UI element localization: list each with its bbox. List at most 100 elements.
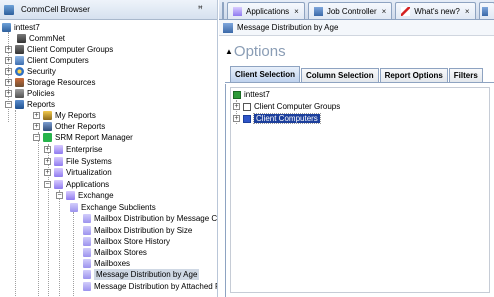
expand-icon[interactable]: + [33,112,40,119]
expand-icon[interactable]: + [5,90,12,97]
report-pane: Applications × Job Controller × What's n… [219,0,494,297]
tree-item-label: Enterprise [66,145,103,154]
other-reports-icon [43,122,52,131]
server-icon [2,23,11,32]
options-title: Options [233,43,286,60]
tree-item-label: Mailbox Stores [94,248,147,257]
collapse-icon[interactable]: − [44,181,51,188]
expand-icon[interactable]: + [5,68,12,75]
tree-item-message-distribution-by-age[interactable]: Message Distribution by Age [83,269,200,280]
tree-item-enterprise[interactable]: + Enterprise [44,144,102,155]
tree-item-label: inttest7 [14,23,40,32]
expand-icon[interactable]: + [5,46,12,53]
tree-guide-line [73,212,74,297]
tab-report-options[interactable]: Report Options [379,68,448,82]
report-icon [70,203,78,212]
tree-item-other-reports[interactable]: + Other Reports [33,121,105,132]
tree-item-mailbox-store-history[interactable]: Mailbox Store History [83,236,170,247]
selection-item-label: inttest7 [244,90,270,99]
tree-item-message-distribution-by-attached-file[interactable]: Message Distribution by Attached F [83,281,217,292]
tree-item-client-computer-groups[interactable]: + Client Computer Groups [5,44,113,55]
commcell-tree: inttest7 CommNet + Client Computer Group… [0,22,217,297]
tree-item-label: Mailbox Store History [94,237,171,246]
tree-item-storage-resources[interactable]: + Storage Resources [5,77,95,88]
collapse-icon[interactable]: − [33,134,40,141]
tree-guide-line [15,110,16,297]
tab-whats-new[interactable]: What's new? × [395,2,476,19]
tree-item-mailbox-distribution-by-size[interactable]: Mailbox Distribution by Size [83,225,192,236]
tree-guide-line [59,190,60,297]
expand-icon[interactable]: + [5,79,12,86]
tree-item-inttest7[interactable]: inttest7 [2,22,40,33]
tree-item-client-computers[interactable]: + Client Computers [5,55,89,66]
expand-icon[interactable]: + [233,115,240,122]
policies-icon [15,89,24,98]
commcell-browser-title: CommCell Browser [21,5,90,14]
tree-item-policies[interactable]: + Policies [5,88,55,99]
tree-item-virtualization[interactable]: + Virtualization [44,167,112,178]
tree-item-label: Policies [27,89,55,98]
folder-icon [54,145,63,154]
collapse-icon[interactable]: − [5,101,12,108]
tree-item-label: Reports [27,100,56,109]
close-icon[interactable]: × [465,7,470,16]
client-selection-panel: inttest7 + Client Computer Groups + Clie… [225,84,494,297]
close-icon[interactable]: × [294,7,299,16]
tab-column-selection[interactable]: Column Selection [301,68,379,82]
tree-item-mailbox-distribution-by-message-count[interactable]: Mailbox Distribution by Message Co [83,213,217,224]
report-icon [83,270,91,279]
storage-icon [15,78,24,87]
tab-label: Applications [246,6,290,16]
tab-overflow[interactable] [222,2,224,19]
tab-report[interactable] [478,2,494,19]
job-controller-icon [313,6,323,16]
tree-item-commnet[interactable]: CommNet [17,33,65,44]
collapse-arrow-icon[interactable]: ▲ [225,47,233,56]
checkbox[interactable] [233,90,241,99]
tab-bar: Applications × Job Controller × What's n… [219,0,494,20]
selection-item-inttest7[interactable]: inttest7 [233,89,270,100]
tree-item-label: SRM Report Manager [55,133,133,142]
tree-item-my-reports[interactable]: + My Reports [33,110,96,121]
checkbox[interactable] [243,102,251,111]
my-reports-icon [43,111,52,120]
tree-item-applications[interactable]: − Applications [44,179,109,190]
tab-filters[interactable]: Filters [448,68,483,82]
tree-item-mailbox-stores[interactable]: Mailbox Stores [83,247,147,258]
tree-item-label: Storage Resources [27,78,96,87]
expand-icon[interactable]: + [44,158,51,165]
pin-icon[interactable]: ꟸ [198,4,203,15]
selection-item-client-computers[interactable]: + Client Computers [233,113,321,124]
expand-icon[interactable]: + [5,57,12,64]
expand-icon[interactable]: + [233,103,240,110]
reports-icon [15,100,24,109]
tab-job-controller[interactable]: Job Controller × [307,2,393,19]
options-header[interactable]: ▲ Options [225,43,286,60]
tree-item-label: My Reports [55,111,96,120]
tab-applications[interactable]: Applications × [227,2,305,19]
tree-guide-line [38,132,39,297]
tree-item-label: Applications [66,180,110,189]
tree-item-file-systems[interactable]: + File Systems [44,156,112,167]
tree-item-reports[interactable]: − Reports [5,99,55,110]
collapse-icon[interactable]: − [56,192,63,199]
selection-item-client-computer-groups[interactable]: + Client Computer Groups [233,101,340,112]
tab-label: Job Controller [326,6,377,16]
tree-item-srm-report-manager[interactable]: − SRM Report Manager [33,132,133,143]
checkbox[interactable] [243,114,251,123]
network-icon [17,34,26,43]
expand-icon[interactable]: + [44,146,51,153]
tree-item-mailboxes[interactable]: Mailboxes [83,258,130,269]
tab-client-selection[interactable]: Client Selection [230,66,301,82]
report-icon [83,226,91,235]
expand-icon[interactable]: + [33,123,40,130]
tree-item-label: File Systems [66,157,112,166]
commcell-browser-pane: CommCell Browser ꟸ inttest7 CommNet + Cl… [0,0,218,297]
expand-icon[interactable]: + [44,169,51,176]
tree-item-exchange-subclients[interactable]: Exchange Subclients [70,202,156,213]
tree-item-label: Mailbox Distribution by Message Co [94,214,217,223]
tree-item-exchange[interactable]: − Exchange [56,190,114,201]
tree-item-label: Virtualization [66,168,112,177]
tree-item-security[interactable]: + Security [5,66,56,77]
close-icon[interactable]: × [382,7,387,16]
